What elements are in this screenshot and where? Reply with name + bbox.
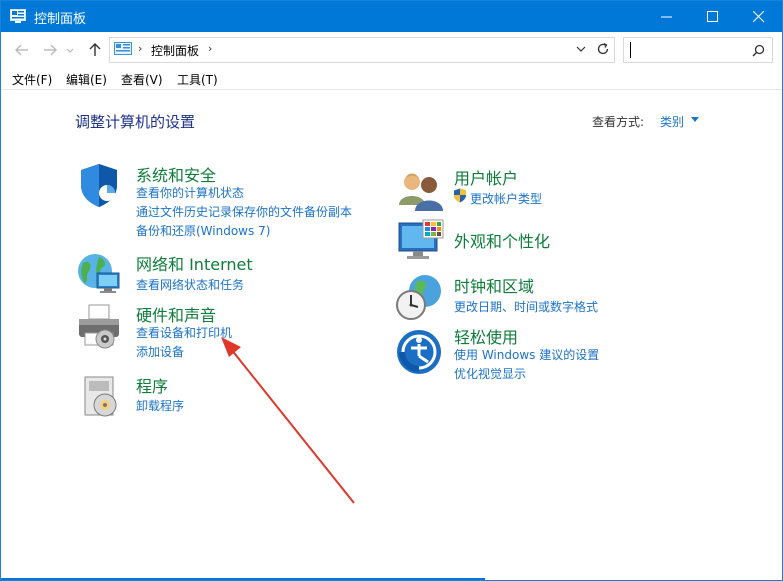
menu-file[interactable]: 文件(F) [12,71,52,88]
category-title-ease-of-access[interactable]: 轻松使用 [454,324,518,348]
link-recommended-settings[interactable]: 使用 Windows 建议的设置 [454,346,599,363]
control-panel-window: 控制面板 › 控制面板 › 文件(F) 编辑(E) 查看(V) 工具(T) 调整… [0,0,783,581]
back-arrow-icon[interactable] [13,41,31,59]
control-panel-small-icon [114,42,132,55]
page-heading: 调整计算机的设置 [75,113,196,131]
link-change-date-time-format[interactable]: 更改日期、时间或数字格式 [454,298,598,315]
link-network-status[interactable]: 查看网络状态和任务 [136,276,244,293]
category-title-hardware-sound[interactable]: 硬件和声音 [136,302,216,326]
view-by-dropdown[interactable]: 类别 [660,113,684,130]
menu-edit[interactable]: 编辑(E) [66,71,107,88]
link-optimize-visual-display[interactable]: 优化视觉显示 [454,365,526,382]
uac-shield-icon [454,188,466,203]
link-add-device[interactable]: 添加设备 [136,343,184,360]
category-title-clock-region[interactable]: 时钟和区域 [454,273,534,297]
annotation-arrow [221,337,355,504]
maximize-button[interactable] [690,1,736,32]
up-arrow-icon[interactable] [86,41,104,59]
menu-bar: 文件(F) 编辑(E) 查看(V) 工具(T) [1,67,782,90]
programs-icon[interactable] [79,373,127,421]
category-title-programs[interactable]: 程序 [136,373,168,397]
text-caret [630,42,631,58]
address-dropdown-chevron-icon[interactable] [576,44,586,54]
category-title-network-internet[interactable]: 网络和 Internet [136,251,253,275]
link-change-account-type[interactable]: 更改帐户类型 [470,190,542,207]
monitor-icon[interactable] [397,219,445,267]
search-box[interactable] [623,37,773,63]
menu-tools[interactable]: 工具(T) [177,71,218,88]
breadcrumb-control-panel[interactable]: 控制面板 [151,42,199,59]
clock-globe-icon[interactable] [395,273,443,321]
globe-network-icon[interactable] [75,249,123,297]
category-title-user-accounts[interactable]: 用户帐户 [454,165,518,189]
search-icon[interactable] [752,44,765,57]
ease-of-access-icon[interactable] [395,328,443,376]
category-title-system-security[interactable]: 系统和安全 [136,162,216,186]
minimize-button[interactable] [644,1,690,32]
menu-view[interactable]: 查看(V) [121,71,163,88]
link-view-computer-status[interactable]: 查看你的计算机状态 [136,184,244,201]
minimize-icon [661,16,672,18]
link-uninstall-program[interactable]: 卸载程序 [136,397,184,414]
breadcrumb-separator[interactable]: › [138,42,142,55]
printer-icon[interactable] [75,303,123,351]
title-bar[interactable]: 控制面板 [1,1,782,32]
control-panel-app-icon [10,9,26,23]
recent-locations-chevron-icon[interactable] [65,41,75,59]
view-by-caret-icon[interactable] [691,117,699,123]
shield-icon[interactable] [75,161,123,209]
refresh-icon[interactable] [596,42,610,56]
window-title: 控制面板 [34,12,87,27]
address-bar[interactable]: › 控制面板 › [109,37,615,63]
bottom-edge-accent [1,578,485,580]
link-backup-restore[interactable]: 备份和还原(Windows 7) [136,222,270,239]
breadcrumb-separator[interactable]: › [208,42,212,55]
navigation-bar: › 控制面板 › [1,32,782,67]
close-button[interactable] [736,1,782,32]
users-icon[interactable] [397,167,445,215]
link-file-history-backup[interactable]: 通过文件历史记录保存你的文件备份副本 [136,203,352,220]
maximize-icon [707,11,718,22]
close-icon [753,11,765,23]
forward-arrow-icon[interactable] [41,41,59,59]
view-by-label: 查看方式: [592,115,645,129]
category-title-appearance[interactable]: 外观和个性化 [454,228,550,252]
